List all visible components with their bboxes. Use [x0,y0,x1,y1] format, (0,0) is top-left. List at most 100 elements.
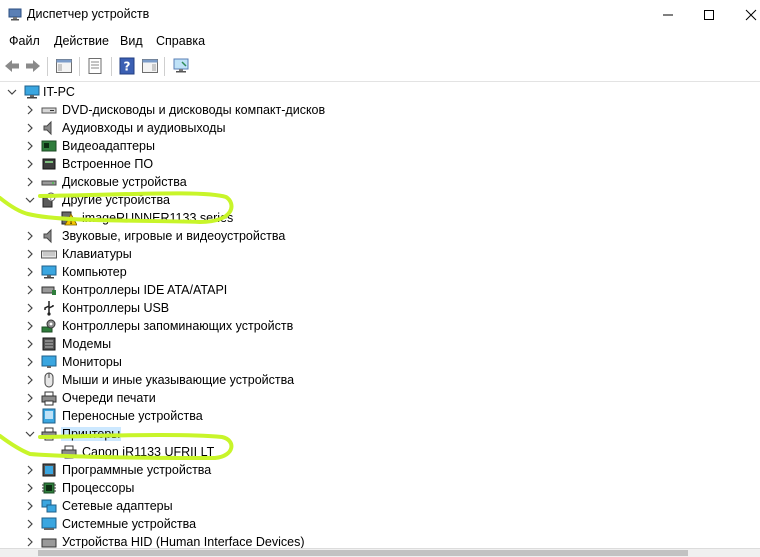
usb-icon [44,301,54,316]
show-hide-tree-icon[interactable] [55,57,73,75]
tree-child-item[interactable]: Canon iR1133 UFRII LT [0,443,760,461]
modem-icon [42,337,56,351]
firmware-icon [42,158,56,170]
tree-item[interactable]: Мониторы [0,353,760,371]
forward-arrow-icon[interactable] [24,57,42,75]
properties-icon[interactable] [86,57,104,75]
tree-item[interactable]: Звуковые, игровые и видеоустройства [0,227,760,245]
tree-item[interactable]: Клавиатуры [0,245,760,263]
tree-item-label: Мыши и иные указывающие устройства [62,373,295,387]
tree-item[interactable]: Видеоадаптеры [0,137,760,155]
tree-item[interactable]: Системные устройства [0,515,760,533]
tree-item[interactable]: Аудиовходы и аудиовыходы [0,119,760,137]
disk-drive-icon [41,180,57,186]
chevron-right-icon[interactable] [24,301,36,315]
tree-item[interactable]: DVD-дисководы и дисководы компакт-дисков [0,101,760,119]
chevron-right-icon[interactable] [24,319,36,333]
tree-child-label: Canon iR1133 UFRII LT [82,445,215,459]
scan-hardware-icon[interactable] [172,57,190,75]
maximize-icon [704,10,714,20]
chevron-right-icon[interactable] [24,355,36,369]
tree-root[interactable]: IT-PC [0,83,760,101]
chevron-right-icon[interactable] [24,139,36,153]
menu-help[interactable]: Справка [156,34,205,48]
menu-file[interactable]: Файл [9,34,40,48]
cpu-icon [42,482,56,494]
toolbar: ? [0,52,760,82]
menu-view[interactable]: Вид [120,34,143,48]
tree-item[interactable]: Очереди печати [0,389,760,407]
back-arrow-icon[interactable] [3,57,21,75]
tree-item-other-devices[interactable]: ? Другие устройства [0,191,760,209]
close-icon [745,9,757,21]
printer-icon [61,445,77,459]
tree-item[interactable]: Дисковые устройства [0,173,760,191]
chevron-right-icon[interactable] [24,409,36,423]
chevron-right-icon[interactable] [24,265,36,279]
tree-item-label: Компьютер [62,265,127,279]
tree-item-label: Системные устройства [62,517,197,531]
portable-device-icon [42,408,56,424]
tree-item-label: DVD-дисководы и дисководы компакт-дисков [62,103,326,117]
tree-item-label: Встроенное ПО [62,157,154,171]
tree-item[interactable]: Устройства HID (Human Interface Devices) [0,533,760,549]
chevron-right-icon[interactable] [24,337,36,351]
chevron-right-icon[interactable] [24,157,36,171]
tree-item[interactable]: Контроллеры IDE ATA/ATAPI [0,281,760,299]
tree-item[interactable]: Модемы [0,335,760,353]
chevron-right-icon[interactable] [24,481,36,495]
tree-item-label: Переносные устройства [62,409,203,423]
help-icon[interactable]: ? [118,57,136,75]
chevron-right-icon[interactable] [24,517,36,531]
monitor-icon [41,355,57,368]
mouse-icon [44,372,54,388]
tree-item-label: Звуковые, игровые и видеоустройства [62,229,286,243]
chevron-right-icon[interactable] [24,499,36,513]
tree-item[interactable]: Переносные устройства [0,407,760,425]
chevron-right-icon[interactable] [24,121,36,135]
chevron-right-icon[interactable] [24,229,36,243]
toolbar-separator [79,57,80,76]
chevron-right-icon[interactable] [24,463,36,477]
chevron-right-icon[interactable] [24,283,36,297]
minimize-button[interactable] [645,0,691,30]
tree-item[interactable]: Сетевые адаптеры [0,497,760,515]
tree-item-label: Аудиовходы и аудиовыходы [62,121,226,135]
warning-device-icon [61,211,77,226]
maximize-button[interactable] [686,0,732,30]
computer-icon [41,265,57,279]
tree-item[interactable]: Программные устройства [0,461,760,479]
device-manager-icon [8,8,22,21]
close-button[interactable] [728,0,760,30]
chevron-down-icon[interactable] [24,427,36,441]
tree-item[interactable]: Процессоры [0,479,760,497]
menu-bar: Файл Действие Вид Справка [0,31,760,51]
chevron-right-icon[interactable] [24,535,36,549]
menu-action[interactable]: Действие [54,34,109,48]
tree-item-label: Сетевые адаптеры [62,499,173,513]
chevron-right-icon[interactable] [24,247,36,261]
chevron-right-icon[interactable] [24,103,36,117]
chevron-right-icon[interactable] [24,391,36,405]
action-pane-icon[interactable] [141,57,159,75]
tree-root-label: IT-PC [43,85,75,99]
tree-item-label: Программные устройства [62,463,212,477]
svg-text:?: ? [124,60,131,74]
chevron-down-icon[interactable] [6,85,18,99]
chevron-down-icon[interactable] [24,193,36,207]
hid-icon [41,538,57,548]
tree-item[interactable]: Контроллеры запоминающих устройств [0,317,760,335]
chevron-right-icon[interactable] [24,373,36,387]
horizontal-scrollbar[interactable] [0,548,760,557]
tree-item-label: Принтеры [61,427,122,441]
tree-item[interactable]: Компьютер [0,263,760,281]
tree-item[interactable]: Мыши и иные указывающие устройства [0,371,760,389]
tree-item-label: Клавиатуры [62,247,132,261]
tree-child-item[interactable]: imageRUNNER1133 series [0,209,760,227]
tree-item-printers[interactable]: Принтеры [0,425,760,443]
minimize-icon [663,14,673,16]
scrollbar-thumb[interactable] [38,550,688,556]
tree-item[interactable]: Контроллеры USB [0,299,760,317]
tree-item[interactable]: Встроенное ПО [0,155,760,173]
chevron-right-icon[interactable] [24,175,36,189]
